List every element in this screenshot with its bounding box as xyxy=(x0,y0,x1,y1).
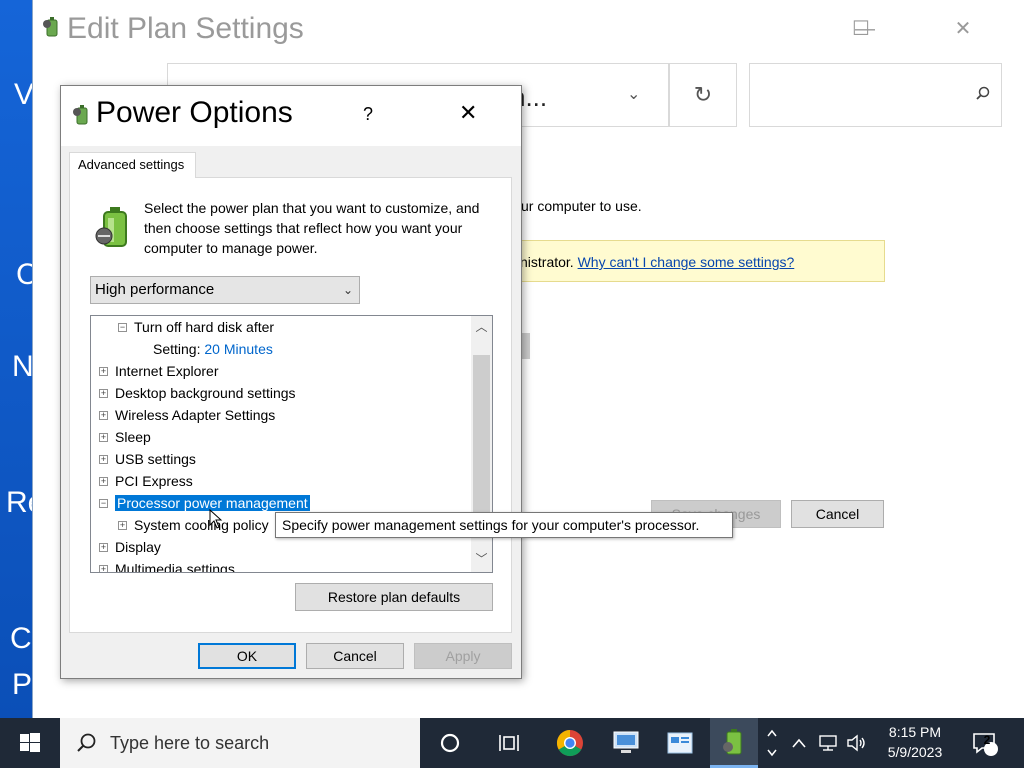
window-titlebar: Edit Plan Settings — ☐ ✕ xyxy=(33,0,1024,62)
cortana-icon xyxy=(440,733,460,753)
control-panel-button[interactable] xyxy=(656,718,704,768)
start-button[interactable] xyxy=(0,718,60,768)
search-input[interactable] xyxy=(749,63,1002,127)
window-title: Edit Plan Settings xyxy=(67,12,304,45)
power-plan-select[interactable]: High performance ⌄ xyxy=(90,276,360,304)
chevron-up-icon xyxy=(792,738,806,748)
notification-count: 2 xyxy=(983,733,991,747)
tree-item[interactable]: + Display xyxy=(99,536,161,558)
setting-value[interactable]: 20 Minutes xyxy=(204,341,272,357)
ok-button[interactable]: OK xyxy=(198,643,296,669)
expand-icon[interactable]: + xyxy=(99,388,108,398)
expand-icon[interactable]: + xyxy=(99,366,108,376)
tree-item[interactable]: − Turn off hard disk after xyxy=(118,316,274,338)
search-icon xyxy=(975,86,991,105)
tree-item[interactable]: + USB settings xyxy=(99,448,196,470)
task-view-button[interactable] xyxy=(486,718,534,768)
expand-icon[interactable]: + xyxy=(99,476,108,486)
power-options-icon xyxy=(41,16,63,41)
refresh-button[interactable]: ↻ xyxy=(669,63,737,127)
tree-item[interactable]: + Sleep xyxy=(99,426,151,448)
tree-item[interactable]: + Wireless Adapter Settings xyxy=(99,404,275,426)
power-options-dialog: Power Options ? ✕ Advanced settings Sele… xyxy=(60,85,522,679)
admin-info-bar: nistrator. Why can't I change some setti… xyxy=(509,240,885,282)
tree-setting-row[interactable]: Setting: 20 Minutes xyxy=(153,338,273,360)
taskbar-overflow[interactable] xyxy=(760,718,784,768)
windows-logo-icon xyxy=(0,733,60,768)
expand-icon[interactable]: + xyxy=(118,520,127,530)
dialog-title: Power Options xyxy=(96,96,293,129)
info-text: nistrator. xyxy=(520,254,574,270)
collapse-icon[interactable]: − xyxy=(118,322,127,332)
tree-item[interactable]: + System cooling policy xyxy=(118,514,269,536)
taskbar: Type here to search 8:15 PM 5/9/2023 2 xyxy=(0,718,1024,768)
chrome-button[interactable] xyxy=(546,718,594,768)
control-panel-icon xyxy=(667,732,693,754)
collapse-icon[interactable]: − xyxy=(99,498,108,508)
expand-icon[interactable]: + xyxy=(99,564,108,572)
network-button[interactable] xyxy=(814,718,842,768)
scroll-arrows-icon xyxy=(767,729,777,757)
scrollbar-thumb[interactable] xyxy=(473,355,490,515)
notifications-button[interactable]: 2 xyxy=(964,718,1004,768)
refresh-icon: ↻ xyxy=(693,82,713,107)
scroll-up-icon[interactable]: ︿ xyxy=(471,318,492,338)
battery-icon xyxy=(94,206,134,253)
tree-item[interactable]: + Desktop background settings xyxy=(99,382,296,404)
desktop-icon-label: P xyxy=(12,668,33,701)
close-button[interactable]: ✕ xyxy=(459,100,477,126)
mouse-cursor-icon xyxy=(209,508,223,532)
tree-item[interactable]: + Internet Explorer xyxy=(99,360,219,382)
task-view-icon xyxy=(499,735,519,751)
desktop-icon-label: C xyxy=(10,622,32,655)
plan-description-text: ur computer to use. xyxy=(521,198,642,214)
maximize-button[interactable]: ☐ xyxy=(841,14,881,44)
tooltip: Specify power management settings for yo… xyxy=(275,512,733,538)
taskbar-search-box[interactable]: Type here to search xyxy=(60,718,420,768)
partial-button xyxy=(521,333,530,359)
clock-date[interactable]: 5/9/2023 xyxy=(878,744,952,760)
battery-icon xyxy=(723,728,742,754)
chevron-down-icon[interactable]: ⌄ xyxy=(627,84,640,104)
scroll-down-icon[interactable]: ﹀ xyxy=(471,550,492,570)
apply-button[interactable]: Apply xyxy=(414,643,512,669)
desktop-icon-label: V xyxy=(14,78,35,111)
tree-item-selected[interactable]: − Processor power management xyxy=(99,492,310,514)
expand-icon[interactable]: + xyxy=(99,410,108,420)
clock-time[interactable]: 8:15 PM xyxy=(878,724,952,740)
power-options-taskbar-button[interactable] xyxy=(710,718,758,768)
tree-item[interactable]: + PCI Express xyxy=(99,470,193,492)
selected-plan: High performance xyxy=(95,281,215,298)
why-cant-change-link[interactable]: Why can't I change some settings? xyxy=(578,254,795,270)
intro-text: Select the power plan that you want to c… xyxy=(144,200,480,256)
chevron-down-icon: ⌄ xyxy=(342,283,353,297)
expand-icon[interactable]: + xyxy=(99,432,108,442)
remote-desktop-button[interactable] xyxy=(602,718,650,768)
setting-label: Setting: xyxy=(153,341,201,357)
computer-icon xyxy=(613,731,639,753)
cancel-button[interactable]: Cancel xyxy=(791,500,884,528)
power-options-icon xyxy=(71,104,93,129)
help-button[interactable]: ? xyxy=(363,104,373,125)
dialog-titlebar: Power Options ? ✕ xyxy=(61,86,521,146)
cortana-button[interactable] xyxy=(426,718,474,768)
tree-item[interactable]: + Multimedia settings xyxy=(99,558,235,572)
network-icon xyxy=(819,735,837,751)
search-placeholder: Type here to search xyxy=(110,733,270,753)
expand-icon[interactable]: + xyxy=(99,454,108,464)
close-button[interactable]: ✕ xyxy=(943,14,983,44)
cancel-button[interactable]: Cancel xyxy=(306,643,404,669)
advanced-settings-panel: Select the power plan that you want to c… xyxy=(69,177,512,633)
chrome-icon xyxy=(556,729,583,757)
restore-plan-defaults-button[interactable]: Restore plan defaults xyxy=(295,583,493,611)
desktop-icon-label: N xyxy=(12,350,34,383)
tab-advanced-settings[interactable]: Advanced settings xyxy=(69,152,196,178)
show-hidden-icons-button[interactable] xyxy=(786,718,812,768)
expand-icon[interactable]: + xyxy=(99,542,108,552)
volume-button[interactable] xyxy=(842,718,870,768)
volume-icon xyxy=(847,734,865,752)
search-icon xyxy=(76,732,98,757)
